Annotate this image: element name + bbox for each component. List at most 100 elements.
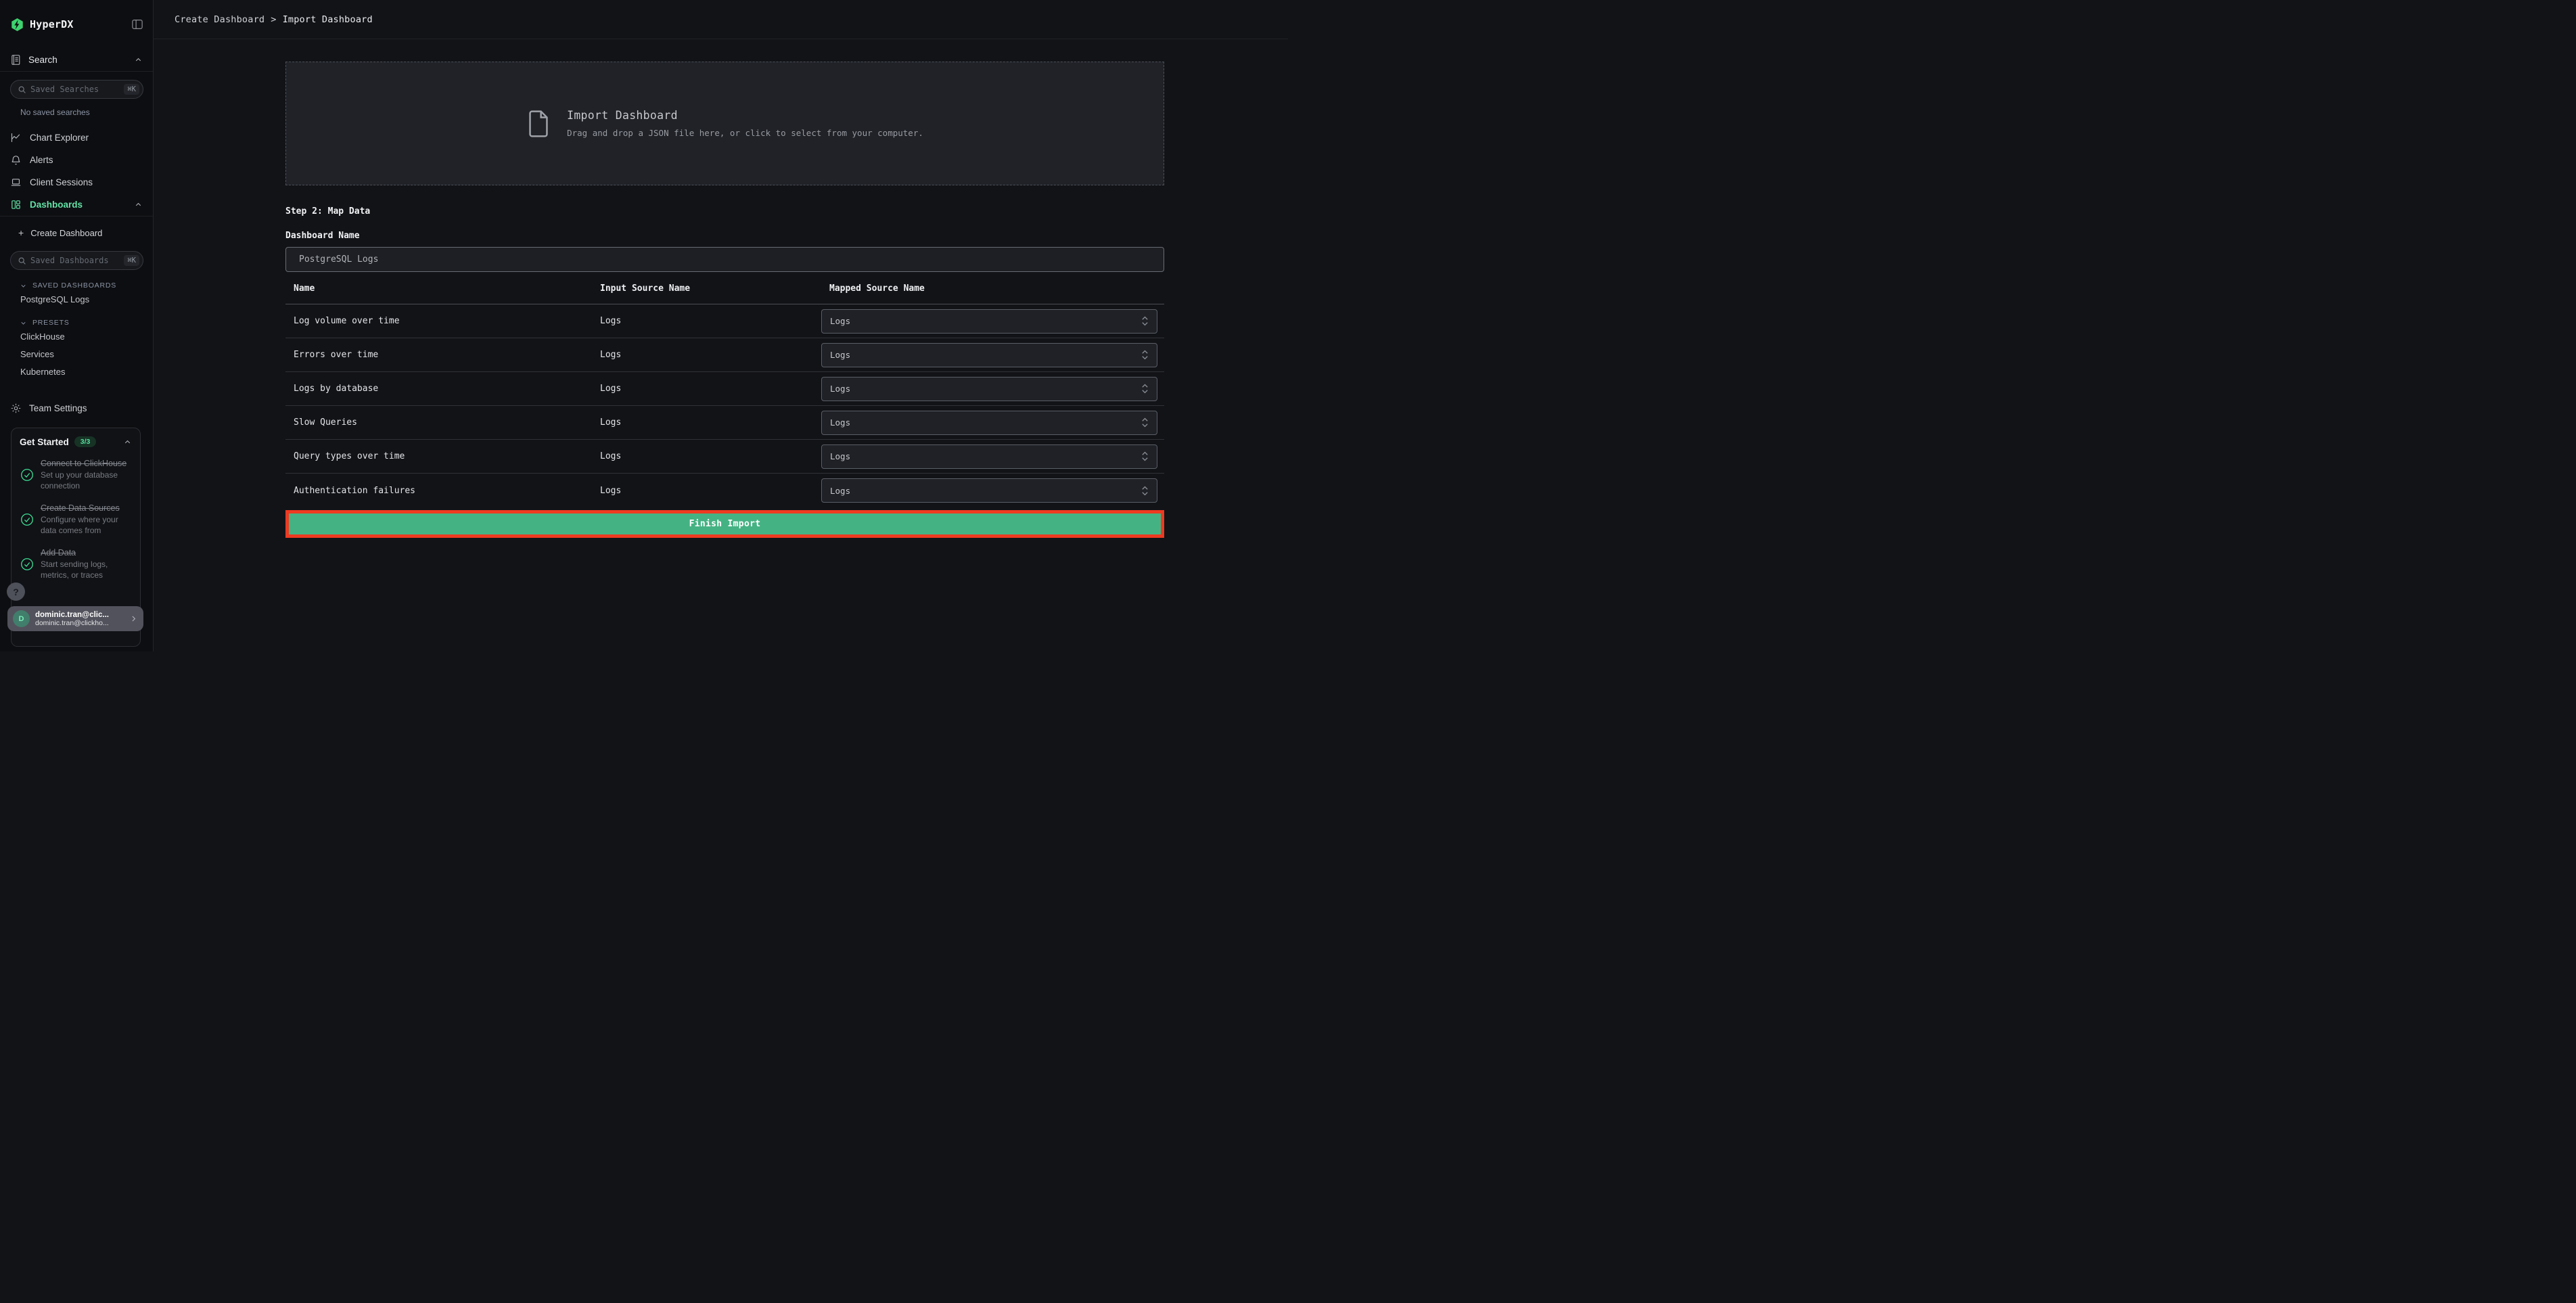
sidebar-item-postgresql-logs[interactable]: PostgreSQL Logs (0, 291, 153, 307)
line-chart-icon (10, 132, 22, 143)
sidebar-item-label: Alerts (30, 155, 53, 165)
mapped-source-select[interactable]: Logs (821, 410, 1157, 435)
step-label: Step 2: Map Data (285, 206, 371, 216)
select-chevrons-icon (1141, 384, 1149, 394)
finish-import-button[interactable]: Finish Import (289, 513, 1161, 534)
create-dashboard-button[interactable]: + Create Dashboard (0, 223, 153, 243)
brand-row: HyperDX (0, 0, 153, 49)
get-started-item-title: Add Data (41, 547, 76, 557)
mapped-source-select[interactable]: Logs (821, 342, 1157, 367)
sidebar-item-services[interactable]: Services (0, 346, 153, 362)
gear-icon (10, 403, 22, 414)
mapped-source-value: Logs (830, 485, 851, 496)
breadcrumb-create-dashboard[interactable]: Create Dashboard (175, 14, 264, 25)
get-started-title: Get Started (20, 436, 69, 447)
dropzone-subtitle: Drag and drop a JSON file here, or click… (567, 128, 923, 138)
saved-dashboards-input[interactable] (30, 256, 120, 265)
sidebar-item-alerts[interactable]: Alerts (0, 149, 153, 171)
get-started-header[interactable]: Get Started 3/3 (20, 436, 132, 447)
bell-icon (10, 154, 22, 166)
select-chevrons-icon (1141, 350, 1149, 360)
row-input-source: Logs (600, 417, 622, 428)
table-header-row: Name Input Source Name Mapped Source Nam… (285, 273, 1164, 304)
chevron-up-icon (134, 55, 143, 64)
sidebar-item-kubernetes[interactable]: Kubernetes (0, 363, 153, 380)
mapped-source-value: Logs (830, 350, 851, 360)
sidebar-item-label: Chart Explorer (30, 133, 89, 143)
user-display-name: dominic.tran@clic... (35, 610, 109, 619)
get-started-progress-badge: 3/3 (74, 436, 97, 447)
user-menu[interactable]: D dominic.tran@clic... dominic.tran@clic… (7, 606, 143, 631)
search-section-label: Search (28, 55, 58, 65)
no-saved-searches-text: No saved searches (20, 108, 90, 117)
presets-section-header[interactable]: PRESETS (0, 319, 153, 327)
get-started-item-sources: Create Data Sources Configure where your… (20, 503, 132, 536)
plus-icon: + (18, 227, 24, 238)
team-settings-label: Team Settings (29, 403, 87, 413)
panel-collapse-icon (131, 18, 143, 30)
sidebar: HyperDX Search Saved Searches ⌘K No save… (0, 0, 154, 652)
breadcrumb-import-dashboard: Import Dashboard (282, 14, 373, 25)
json-dropzone[interactable]: Import Dashboard Drag and drop a JSON fi… (285, 62, 1164, 185)
row-name: Log volume over time (294, 316, 400, 326)
mapped-source-value: Logs (830, 451, 851, 461)
row-name: Slow Queries (294, 417, 357, 428)
table-row: Query types over time Logs Logs (285, 440, 1164, 474)
chevron-up-icon (123, 438, 132, 447)
breadcrumb: Create Dashboard > Import Dashboard (175, 14, 373, 25)
mapped-source-select[interactable]: Logs (821, 444, 1157, 469)
saved-dashboards-section-header[interactable]: SAVED DASHBOARDS (0, 281, 153, 290)
sidebar-nav: Chart Explorer Alerts Client Sessions Da… (0, 127, 153, 216)
dropzone-title: Import Dashboard (567, 109, 678, 122)
sidebar-item-team-settings[interactable]: Team Settings (0, 397, 153, 419)
select-chevrons-icon (1141, 486, 1149, 496)
mapped-source-select[interactable]: Logs (821, 376, 1157, 401)
sidebar-item-label: Dashboards (30, 200, 83, 210)
help-button[interactable]: ? (7, 582, 25, 601)
select-chevrons-icon (1141, 316, 1149, 326)
import-dashboard-content: Import Dashboard Drag and drop a JSON fi… (285, 62, 1164, 538)
get-started-item-desc: Configure where your data comes from (41, 515, 118, 535)
sidebar-item-dashboards[interactable]: Dashboards (0, 193, 153, 216)
sidebar-item-client-sessions[interactable]: Client Sessions (0, 171, 153, 193)
sidebar-item-clickhouse[interactable]: ClickHouse (0, 328, 153, 344)
column-header-mapped-source: Mapped Source Name (829, 283, 925, 294)
row-name: Logs by database (294, 384, 379, 394)
search-icon (18, 256, 26, 265)
check-circle-icon (20, 467, 34, 492)
row-input-source: Logs (600, 485, 622, 496)
mapped-source-select[interactable]: Logs (821, 478, 1157, 503)
sidebar-item-label: Client Sessions (30, 177, 93, 187)
column-header-input-source: Input Source Name (600, 283, 691, 294)
row-input-source: Logs (600, 451, 622, 461)
mapped-source-value: Logs (830, 384, 851, 394)
divider (0, 71, 153, 72)
table-row: Errors over time Logs Logs (285, 338, 1164, 372)
presets-header-label: PRESETS (32, 319, 70, 327)
check-circle-icon (20, 512, 34, 536)
row-name: Errors over time (294, 350, 379, 360)
get-started-item-connect: Connect to ClickHouse Set up your databa… (20, 458, 132, 492)
sidebar-collapse-button[interactable] (131, 18, 143, 30)
user-email: dominic.tran@clickho... (35, 618, 109, 627)
table-row: Slow Queries Logs Logs (285, 406, 1164, 440)
main-area: Create Dashboard > Import Dashboard Import… (154, 0, 1288, 652)
cmd-k-badge: ⌘K (124, 255, 139, 266)
row-input-source: Logs (600, 384, 622, 394)
create-dashboard-label: Create Dashboard (30, 227, 103, 238)
journal-search-icon (10, 54, 22, 66)
get-started-item-title: Create Data Sources (41, 503, 120, 513)
table-row: Logs by database Logs Logs (285, 372, 1164, 406)
table-row: Log volume over time Logs Logs (285, 304, 1164, 338)
sidebar-item-chart-explorer[interactable]: Chart Explorer (0, 127, 153, 149)
mapped-source-select[interactable]: Logs (821, 308, 1157, 334)
sidebar-section-search[interactable]: Search (0, 49, 153, 71)
chevron-up-icon (134, 200, 143, 209)
dashboard-name-input[interactable] (285, 247, 1164, 272)
saved-dashboards-pill: ⌘K (10, 251, 143, 270)
saved-searches-input[interactable] (30, 85, 120, 94)
row-input-source: Logs (600, 316, 622, 326)
check-circle-icon (20, 557, 34, 581)
chevron-down-icon (20, 282, 27, 290)
hyperdx-logo-icon (10, 18, 24, 32)
